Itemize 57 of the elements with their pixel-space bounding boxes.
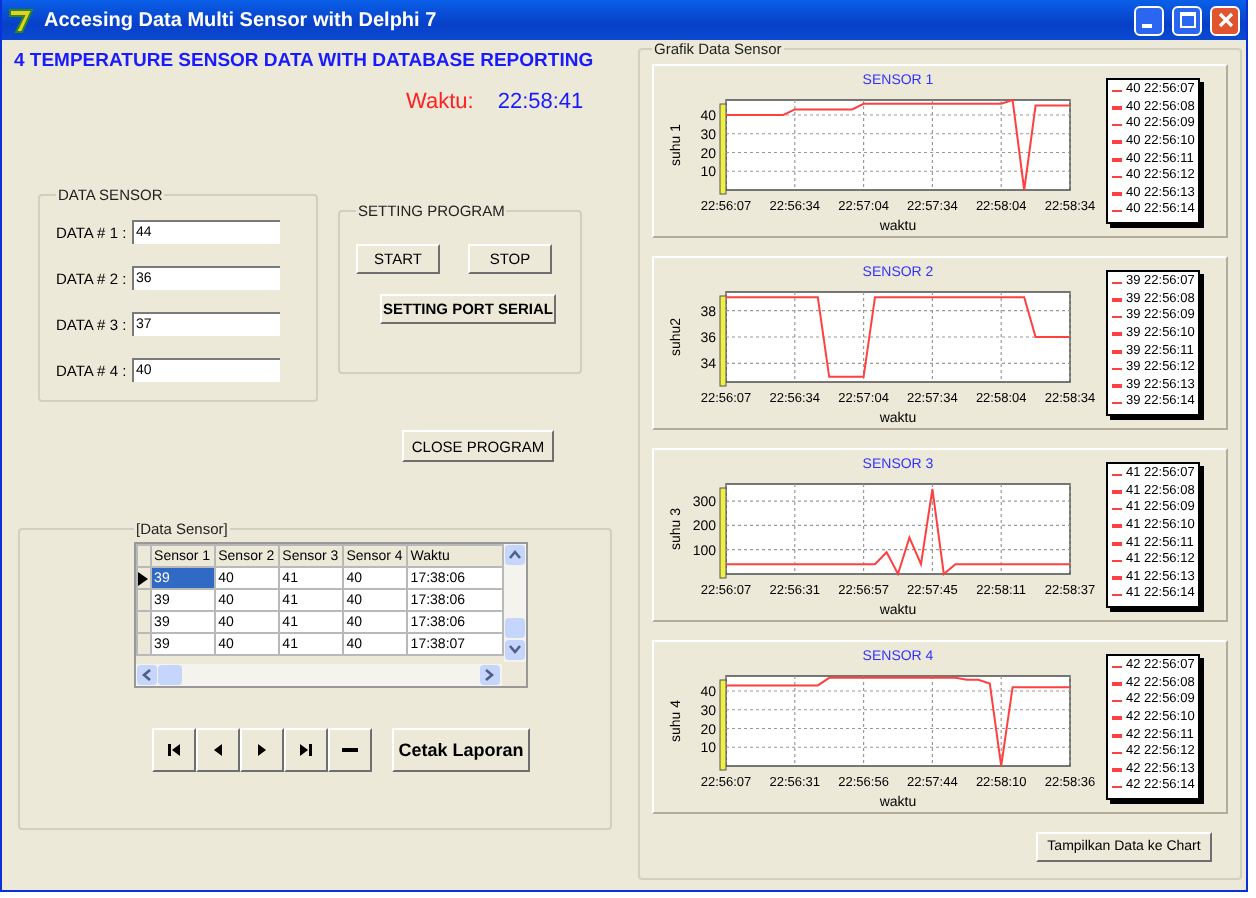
legend-marker-icon <box>1112 401 1122 405</box>
first-icon <box>166 742 182 758</box>
legend-marker-icon <box>1112 192 1122 196</box>
legend-marker-icon <box>1112 106 1122 110</box>
vertical-scrollbar[interactable] <box>504 544 526 662</box>
legend-marker-icon <box>1112 384 1122 388</box>
print-report-button[interactable]: Cetak Laporan <box>392 728 530 772</box>
legend-marker-icon <box>1112 315 1122 319</box>
next-icon <box>254 742 270 758</box>
legend-marker-icon <box>1112 559 1122 563</box>
legend-marker-icon <box>1112 507 1122 511</box>
row-pointer-icon <box>138 571 148 585</box>
maximize-button[interactable] <box>1172 5 1202 35</box>
app-heading: 4 TEMPERATURE SENSOR DATA WITH DATABASE REPORTING <box>14 50 596 72</box>
maximize-icon <box>1179 12 1195 28</box>
legend-marker-icon <box>1112 768 1122 772</box>
legend-marker-icon <box>1112 751 1122 755</box>
legend-marker-icon <box>1112 785 1122 789</box>
time-value: 22:58:41 <box>497 90 584 114</box>
next-record-button[interactable] <box>240 728 284 772</box>
legend-marker-icon <box>1112 542 1122 546</box>
close-icon <box>1217 12 1233 28</box>
legend-marker-icon <box>1112 593 1122 597</box>
legend-marker-icon <box>1112 665 1122 669</box>
prior-icon <box>210 742 226 758</box>
legend-marker-icon <box>1112 699 1122 703</box>
legend-marker-icon <box>1112 281 1122 285</box>
legend-marker-icon <box>1112 490 1122 494</box>
legend-marker-icon <box>1112 473 1122 477</box>
prior-record-button[interactable] <box>196 728 240 772</box>
delete-icon <box>342 742 358 758</box>
first-record-button[interactable] <box>152 728 196 772</box>
legend-marker-icon <box>1112 716 1122 720</box>
legend-marker-icon <box>1112 734 1122 738</box>
last-record-button[interactable] <box>284 728 328 772</box>
time-label: Waktu: <box>406 90 474 114</box>
legend-marker-icon <box>1112 158 1122 162</box>
minimize-button[interactable] <box>1134 5 1164 35</box>
delete-record-button[interactable] <box>328 728 372 772</box>
row-indicator[interactable] <box>137 567 152 589</box>
legend-marker-icon <box>1112 524 1122 528</box>
legend-marker-icon <box>1112 140 1122 144</box>
window-title: Accesing Data Multi Sensor with Delphi 7 <box>44 9 439 31</box>
legend-marker-icon <box>1112 209 1122 213</box>
legend-marker-icon <box>1112 350 1122 354</box>
legend-marker-icon <box>1112 123 1122 127</box>
legend-marker-icon <box>1112 576 1122 580</box>
horizontal-scrollbar[interactable] <box>136 664 502 686</box>
close-button[interactable] <box>1210 5 1240 35</box>
legend-marker-icon <box>1112 89 1122 93</box>
legend-marker-icon <box>1112 175 1122 179</box>
legend-marker-icon <box>1112 332 1122 336</box>
legend-marker-icon <box>1112 298 1122 302</box>
legend-marker-icon <box>1112 367 1122 371</box>
last-icon <box>298 742 314 758</box>
legend-marker-icon <box>1112 682 1122 686</box>
app-icon <box>8 7 36 33</box>
